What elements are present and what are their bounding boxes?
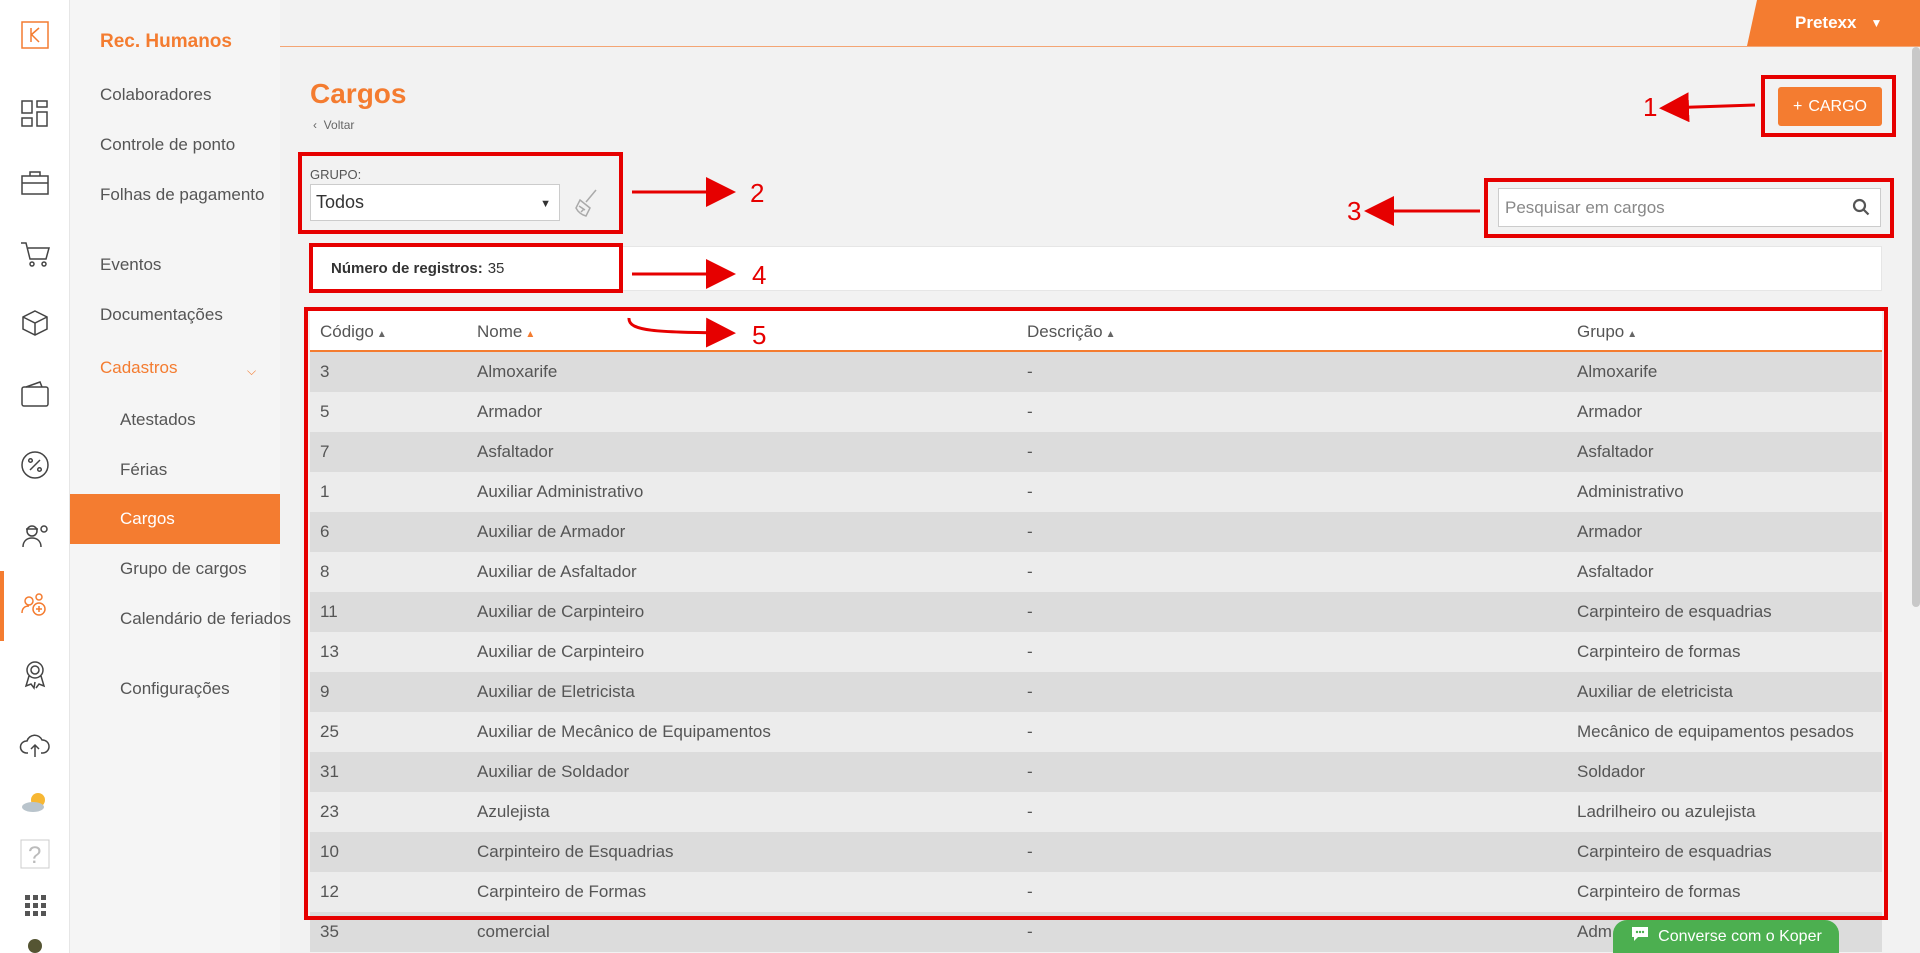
svg-text:?: ? xyxy=(28,842,41,869)
annotation-number-3: 3 xyxy=(1347,196,1362,226)
submenu-item-folhas-pagamento[interactable]: Folhas de pagamento xyxy=(100,185,275,205)
percent-icon[interactable] xyxy=(17,447,53,483)
annotation-box-5 xyxy=(304,307,1888,920)
annotation-number-1: 1 xyxy=(1643,92,1658,122)
submenu-item-cargos[interactable]: Cargos xyxy=(70,494,280,544)
annotation-box-4 xyxy=(309,243,623,293)
dashboard-icon[interactable] xyxy=(17,96,53,132)
submenu-item-atestados[interactable]: Atestados xyxy=(120,410,295,430)
wallet-icon[interactable] xyxy=(17,377,53,413)
chat-bubble-icon xyxy=(1630,925,1650,948)
annotation-number-2: 2 xyxy=(750,178,765,208)
award-icon[interactable] xyxy=(17,656,53,692)
hr-icon[interactable] xyxy=(17,587,53,623)
scrollbar[interactable] xyxy=(1912,47,1920,607)
submenu-title: Rec. Humanos xyxy=(100,31,232,52)
back-link[interactable]: ‹ Voltar xyxy=(313,118,354,132)
annotation-box-1 xyxy=(1761,75,1896,137)
chevron-left-icon: ‹ xyxy=(313,118,317,132)
annotation-number-4: 4 xyxy=(752,260,767,290)
worker-icon[interactable] xyxy=(17,517,53,553)
cadastros-label: Cadastros xyxy=(100,358,178,377)
chevron-down-icon: ⌵ xyxy=(247,364,257,378)
cargos-label: Cargos xyxy=(120,509,175,528)
annotation-box-2 xyxy=(298,152,623,234)
logo-icon[interactable] xyxy=(17,17,53,53)
cell-grupo: Adm xyxy=(1577,922,1612,941)
back-label: Voltar xyxy=(323,118,355,132)
box-icon[interactable] xyxy=(17,305,53,341)
chat-label: Converse com o Koper xyxy=(1658,927,1822,945)
page-title: Cargos xyxy=(310,78,407,109)
help-icon[interactable]: ? xyxy=(17,836,53,872)
submenu: Rec. Humanos Colaboradores Controle de p… xyxy=(70,0,291,953)
submenu-item-calendario-feriados[interactable]: Calendário de feriados xyxy=(120,609,295,629)
chat-button[interactable]: Converse com o Koper xyxy=(1613,920,1839,953)
submenu-item-configuracoes[interactable]: Configurações xyxy=(120,679,295,699)
weather-icon[interactable] xyxy=(17,785,53,821)
submenu-item-documentacoes[interactable]: Documentações xyxy=(100,305,275,325)
topbar: Pretexx ▼ xyxy=(280,0,1920,47)
briefcase-icon[interactable] xyxy=(17,165,53,201)
submenu-item-ferias[interactable]: Férias xyxy=(120,460,295,480)
icon-rail: ? xyxy=(0,0,70,953)
annotation-box-3 xyxy=(1484,178,1894,238)
cell-descricao: - xyxy=(1027,922,1033,941)
submenu-item-controle-ponto[interactable]: Controle de ponto xyxy=(100,135,275,155)
cell-nome: comercial xyxy=(477,922,550,941)
submenu-item-colaboradores[interactable]: Colaboradores xyxy=(100,85,275,105)
cloud-upload-icon[interactable] xyxy=(17,727,53,763)
apps-grid-icon[interactable] xyxy=(17,887,53,923)
caret-down-icon: ▼ xyxy=(1870,16,1883,30)
cell-codigo: 35 xyxy=(320,922,339,941)
user-avatar-icon[interactable] xyxy=(17,932,53,953)
user-name: Pretexx xyxy=(1795,13,1857,32)
submenu-item-eventos[interactable]: Eventos xyxy=(100,255,275,275)
user-menu[interactable]: Pretexx ▼ xyxy=(1747,0,1920,46)
active-indicator xyxy=(0,571,4,641)
annotation-number-5: 5 xyxy=(752,320,767,350)
submenu-item-grupo-cargos[interactable]: Grupo de cargos xyxy=(120,559,295,579)
cart-icon[interactable] xyxy=(17,236,53,272)
submenu-item-cadastros[interactable]: Cadastros ⌵ xyxy=(100,358,275,378)
